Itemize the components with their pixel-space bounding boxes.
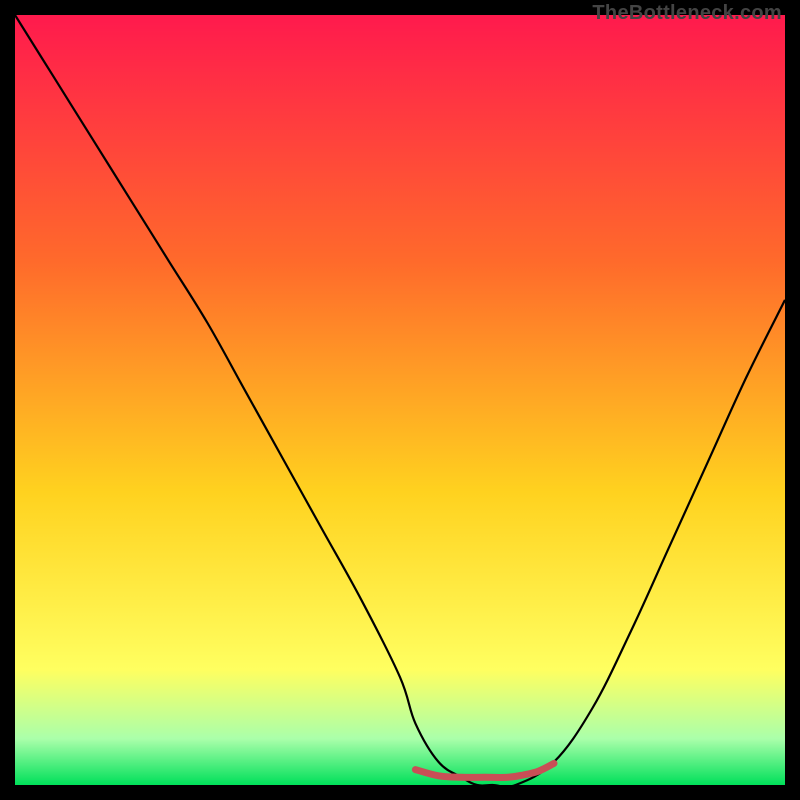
plot-area-wrap	[15, 15, 785, 785]
plot-svg	[15, 15, 785, 785]
watermark-label: TheBottleneck.com	[592, 2, 782, 25]
chart-frame: TheBottleneck.com	[0, 0, 800, 800]
gradient-background	[15, 15, 785, 785]
